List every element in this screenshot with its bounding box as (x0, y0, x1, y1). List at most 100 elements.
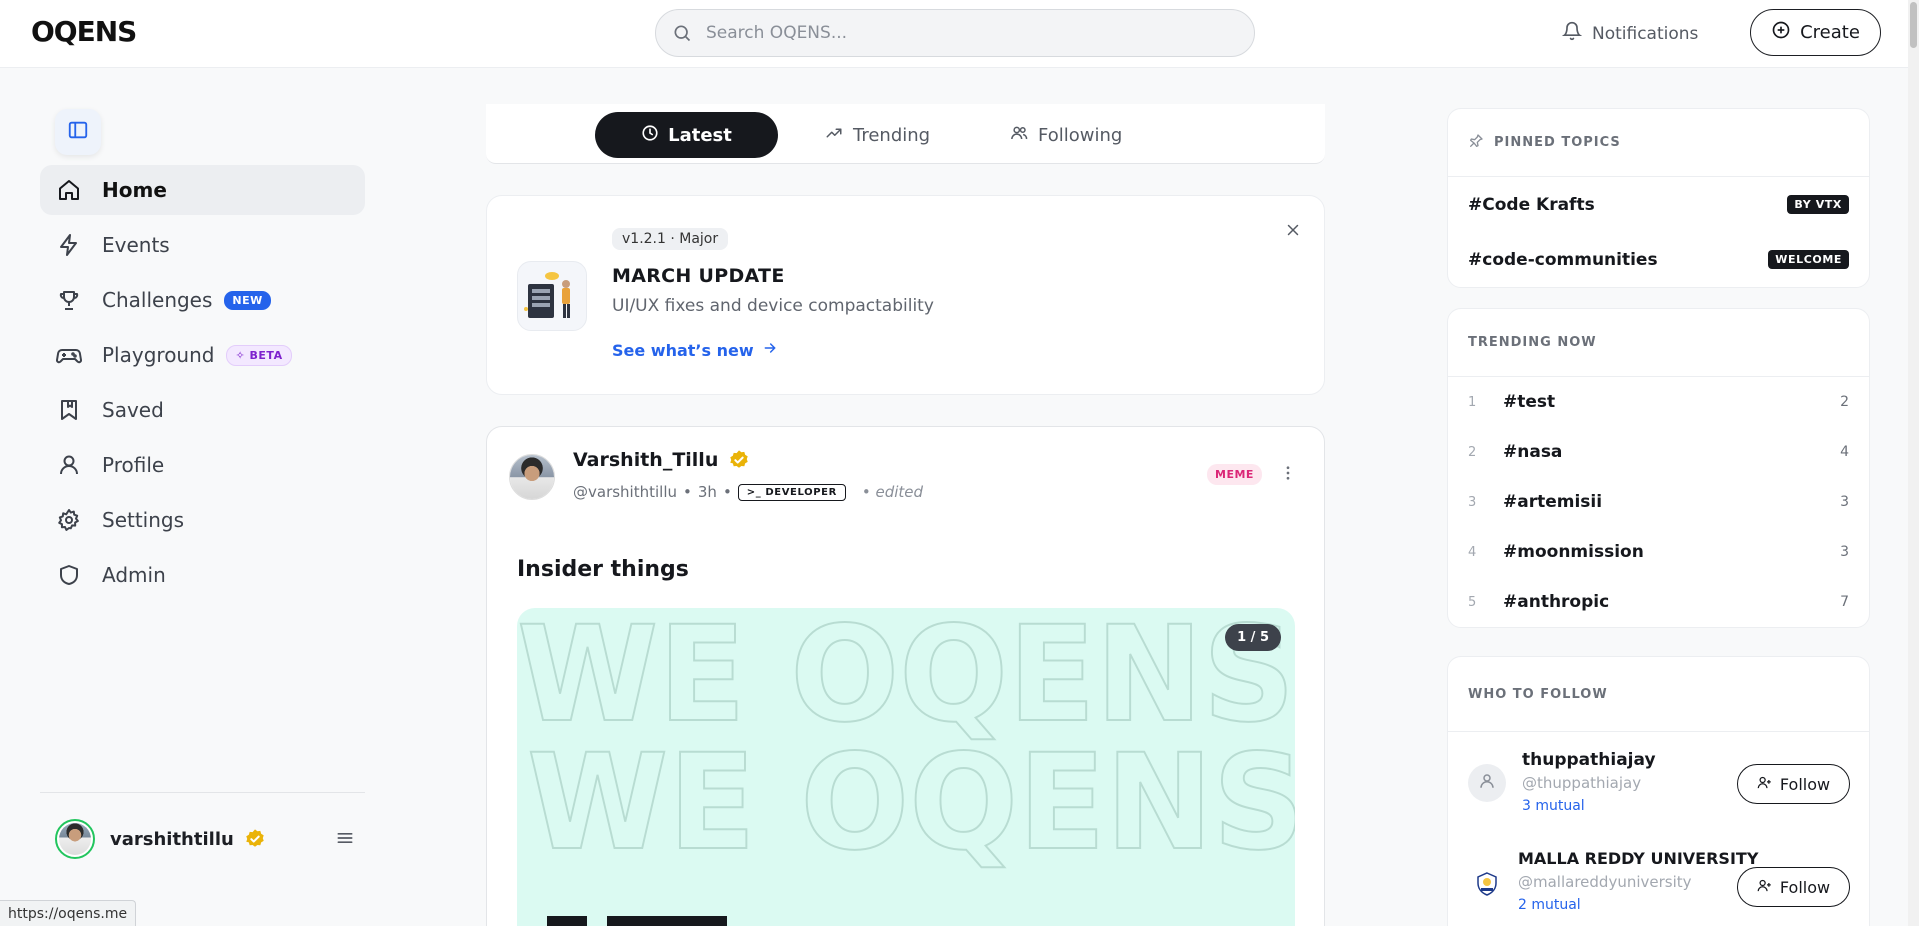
trending-item[interactable]: 2 #nasa 4 (1448, 427, 1869, 477)
home-icon (56, 177, 82, 203)
sidebar-item-label: Saved (102, 398, 164, 422)
sidebar-item-label: Profile (102, 453, 165, 477)
follow-handle: @mallareddyuniversity (1518, 873, 1692, 891)
trending-item[interactable]: 3 #artemisii 3 (1448, 477, 1869, 527)
sidebar-nav: Home Events Challenges NEW Playground ✧ … (40, 165, 365, 605)
sidebar-item-label: Home (102, 178, 167, 202)
post-title: Insider things (517, 557, 689, 582)
post-image-text: WE OQENS (527, 726, 1295, 880)
tab-latest[interactable]: Latest (595, 112, 778, 158)
who-to-follow-header: WHO TO FOLLOW (1448, 657, 1869, 732)
developer-badge: >_ DEVELOPER (737, 483, 846, 501)
sidebar-item-settings[interactable]: Settings (40, 495, 365, 545)
pin-icon (1468, 133, 1484, 153)
pinned-topic-item[interactable]: #Code Krafts BY VTX (1448, 177, 1869, 232)
clock-icon (641, 124, 659, 147)
user-plus-icon (1757, 775, 1772, 794)
university-crest-icon (1473, 870, 1501, 902)
sidebar-item-home[interactable]: Home (40, 165, 365, 215)
follow-mutual[interactable]: 2 mutual (1518, 897, 1581, 913)
lightning-icon (56, 232, 82, 258)
page-scrollbar[interactable] (1908, 0, 1919, 926)
sidebar-item-events[interactable]: Events (40, 220, 365, 270)
sidebar-user[interactable]: varshithtillu (55, 818, 355, 860)
post-time: 3h (697, 483, 717, 501)
update-title: MARCH UPDATE (612, 265, 785, 287)
update-description: UI/UX fixes and device compactability (612, 296, 934, 316)
arrow-right-icon (762, 340, 778, 360)
scrollbar-thumb[interactable] (1910, 2, 1917, 48)
user-icon (56, 452, 82, 478)
post-meta: @varshithtillu • 3h • >_ DEVELOPER • edi… (573, 483, 924, 501)
update-card: v1.2.1 · Major MARCH UPDATE UI/UX fixes … (486, 195, 1325, 395)
post-image-carousel[interactable]: WE OQENS WE OQENS 1 / 5 (517, 608, 1295, 926)
sidebar-item-label: Admin (102, 563, 166, 587)
beta-badge: ✧ BETA (226, 344, 292, 366)
post-author-name: Varshith_Tillu (573, 449, 719, 471)
trending-item[interactable]: 5 #anthropic 7 (1448, 577, 1869, 627)
topic-tag: WELCOME (1768, 250, 1849, 269)
follow-button[interactable]: Follow (1737, 867, 1850, 907)
verified-icon (728, 449, 750, 471)
post-tag-badge[interactable]: MEME (1207, 464, 1262, 485)
sidebar-item-label: Events (102, 233, 170, 257)
sidebar-item-label: Playground (102, 343, 215, 367)
pinned-topics-header: PINNED TOPICS (1448, 109, 1869, 177)
new-badge: NEW (224, 290, 271, 310)
gear-icon (56, 507, 82, 533)
menu-icon[interactable] (335, 828, 355, 852)
sidebar-item-playground[interactable]: Playground ✧ BETA (40, 330, 365, 380)
post-handle[interactable]: @varshithtillu (573, 483, 677, 501)
gamepad-icon (56, 342, 82, 368)
trending-item[interactable]: 4 #moonmission 3 (1448, 527, 1869, 577)
sidebar-item-challenges[interactable]: Challenges NEW (40, 275, 365, 325)
shield-icon (56, 562, 82, 588)
trending-item[interactable]: 1 #test 2 (1448, 377, 1869, 427)
notifications-button[interactable]: Notifications (1561, 21, 1699, 46)
sidebar-item-saved[interactable]: Saved (40, 385, 365, 435)
sidebar-item-profile[interactable]: Profile (40, 440, 365, 490)
status-bar-url: https://oqens.me (0, 900, 137, 926)
feed-tabs: Latest Trending Following (486, 104, 1325, 164)
tab-label: Latest (668, 124, 732, 146)
post-author-avatar[interactable] (509, 454, 555, 500)
post-author[interactable]: Varshith_Tillu (573, 449, 750, 471)
trending-now-card: TRENDING NOW 1 #test 2 2 #nasa 4 3 #arte… (1447, 308, 1870, 628)
post-image-artwork: WE OQENS WE OQENS (517, 608, 1295, 926)
sidebar-item-admin[interactable]: Admin (40, 550, 365, 600)
notifications-label: Notifications (1592, 23, 1699, 44)
sidebar-item-label: Settings (102, 508, 185, 532)
create-label: Create (1800, 22, 1860, 43)
tab-trending[interactable]: Trending (824, 112, 930, 158)
sidebar-item-label: Challenges (102, 288, 213, 312)
follow-button[interactable]: Follow (1737, 764, 1850, 804)
follow-handle: @thuppathiajay (1522, 774, 1642, 792)
tab-label: Trending (853, 124, 931, 146)
pinned-topic-item[interactable]: #code-communities WELCOME (1448, 232, 1869, 287)
avatar[interactable] (1468, 867, 1506, 905)
user-plus-icon (1757, 878, 1772, 897)
follow-name[interactable]: thuppathiajay (1522, 750, 1656, 770)
trending-now-header: TRENDING NOW (1448, 309, 1869, 377)
follow-mutual[interactable]: 3 mutual (1522, 798, 1585, 814)
search-bar[interactable] (655, 9, 1255, 57)
close-icon[interactable] (1284, 221, 1302, 243)
app-logo[interactable]: OQENS (31, 15, 137, 48)
more-options-icon[interactable] (1279, 464, 1297, 486)
version-badge: v1.2.1 · Major (612, 228, 729, 250)
create-button[interactable]: Create (1750, 9, 1881, 56)
see-whats-new-link[interactable]: See what’s new (612, 340, 778, 360)
avatar[interactable] (1468, 764, 1506, 802)
follow-name[interactable]: MALLA REDDY UNIVERSITY (1518, 849, 1758, 868)
user-placeholder-icon (1478, 772, 1496, 794)
avatar[interactable] (55, 819, 95, 859)
post-card: Varshith_Tillu @varshithtillu • 3h • >_ … (486, 426, 1325, 926)
verified-icon (244, 828, 266, 850)
tab-following[interactable]: Following (1009, 112, 1122, 158)
image-counter: 1 / 5 (1225, 624, 1281, 651)
search-input[interactable] (706, 20, 1226, 46)
top-bar: OQENS Notifications Create (0, 0, 1908, 68)
plus-circle-icon (1771, 20, 1791, 45)
tab-label: Following (1038, 124, 1123, 146)
sidebar-toggle-button[interactable] (55, 109, 101, 155)
